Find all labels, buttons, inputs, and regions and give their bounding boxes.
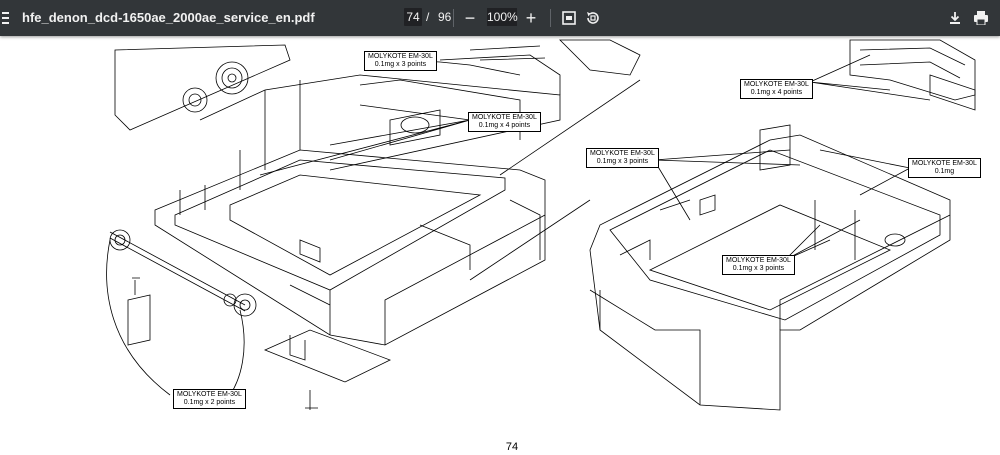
menu-icon[interactable] xyxy=(2,9,14,27)
callout-label: MOLYKOTE EM-30L 0.1mg x 2 points xyxy=(173,389,246,409)
pdf-toolbar: hfe_denon_dcd-1650ae_2000ae_service_en.p… xyxy=(0,0,1000,36)
toolbar-divider xyxy=(550,9,551,27)
page-number-footer: 74 xyxy=(505,441,519,453)
callout-label: MOLYKOTE EM-30L 0.1mg xyxy=(908,158,981,178)
left-chassis-drawing xyxy=(106,39,641,410)
callout-label: MOLYKOTE EM-30L 0.1mg x 3 points xyxy=(586,148,659,168)
pdf-viewer[interactable]: MOLYKOTE EM-30L 0.1mg x 3 points MOLYKOTE… xyxy=(0,36,1000,455)
exploded-diagram xyxy=(106,39,976,411)
download-icon[interactable] xyxy=(945,8,965,28)
page-total: 96 xyxy=(438,10,452,24)
callout-label: MOLYKOTE EM-30L 0.1mg x 4 points xyxy=(468,112,541,132)
fit-page-icon[interactable] xyxy=(559,8,579,28)
zoom-in-button[interactable]: + xyxy=(521,8,541,28)
document-title: hfe_denon_dcd-1650ae_2000ae_service_en.p… xyxy=(22,10,315,25)
callout-label: MOLYKOTE EM-30L 0.1mg x 3 points xyxy=(722,255,795,275)
zoom-level-input[interactable]: 100% xyxy=(487,8,518,26)
print-icon[interactable] xyxy=(971,8,991,28)
page-separator: / xyxy=(426,10,430,24)
callout-label: MOLYKOTE EM-30L 0.1mg x 4 points xyxy=(740,79,813,99)
page-number-input[interactable]: 74 xyxy=(404,8,422,26)
zoom-out-button[interactable]: − xyxy=(460,8,480,28)
callout-label: MOLYKOTE EM-30L 0.1mg x 3 points xyxy=(364,51,437,71)
rotate-icon[interactable] xyxy=(583,8,603,28)
toolbar-divider xyxy=(453,9,454,27)
